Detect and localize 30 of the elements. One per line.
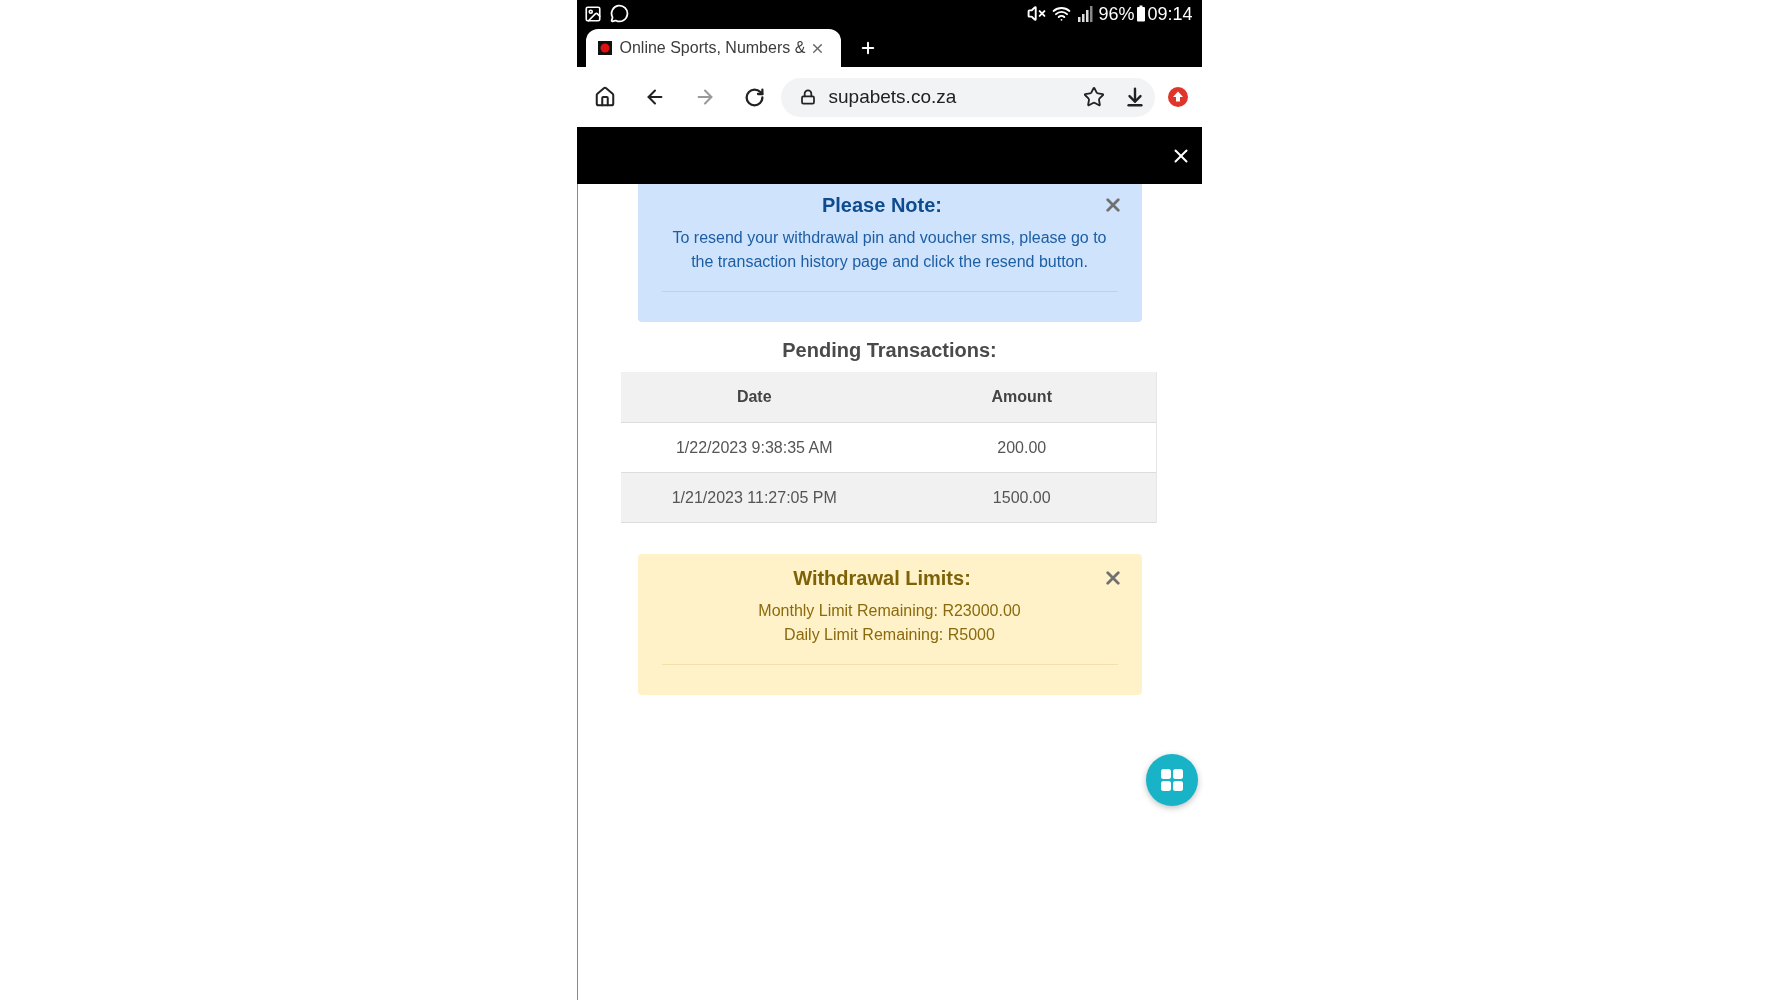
column-header: Date (736, 387, 772, 407)
alert-text: Monthly Limit Remaining: R23000.00 (758, 601, 1021, 621)
section-heading: Pending Transactions: (782, 338, 997, 362)
gallery-icon (583, 4, 602, 23)
lock-icon (799, 89, 816, 105)
clock-time: 09:14 (1147, 3, 1193, 24)
table-cell: 1/21/2023 11:27:05 PM (671, 487, 837, 508)
grid-icon (1160, 769, 1183, 791)
alert-title: Please Note: (820, 193, 944, 217)
chat-bubble-icon (609, 4, 629, 23)
battery-icon (1137, 5, 1146, 22)
url-text: supabets.co.za (828, 86, 958, 108)
mute-icon (1027, 4, 1047, 23)
alert-title: Withdrawal Limits: (792, 566, 972, 590)
address-bar[interactable]: supabets.co.za (780, 77, 1155, 117)
browser-tab[interactable]: Online Sports, Numbers & (585, 29, 841, 67)
reload-icon[interactable] (743, 86, 765, 108)
wifi-icon (1052, 4, 1072, 23)
star-icon[interactable] (1082, 86, 1105, 108)
site-favicon-icon (597, 41, 612, 55)
alert-text: Daily Limit Remaining: R5000 (784, 625, 995, 645)
home-icon[interactable] (593, 86, 616, 108)
signal-icon (1077, 5, 1094, 22)
alert-text: To resend your withdrawal pin and voucher sms, please go to the transaction history page and click the resend button. (671, 228, 1108, 272)
table-cell: 1500.00 (992, 487, 1051, 508)
column-header: Amount (991, 387, 1052, 407)
tab-title: Online Sports, Numbers & (619, 38, 807, 58)
table-cell: 1/22/2023 9:38:35 AM (675, 437, 833, 458)
battery-percent: 96% (1098, 3, 1135, 24)
table-cell: 200.00 (997, 437, 1047, 458)
